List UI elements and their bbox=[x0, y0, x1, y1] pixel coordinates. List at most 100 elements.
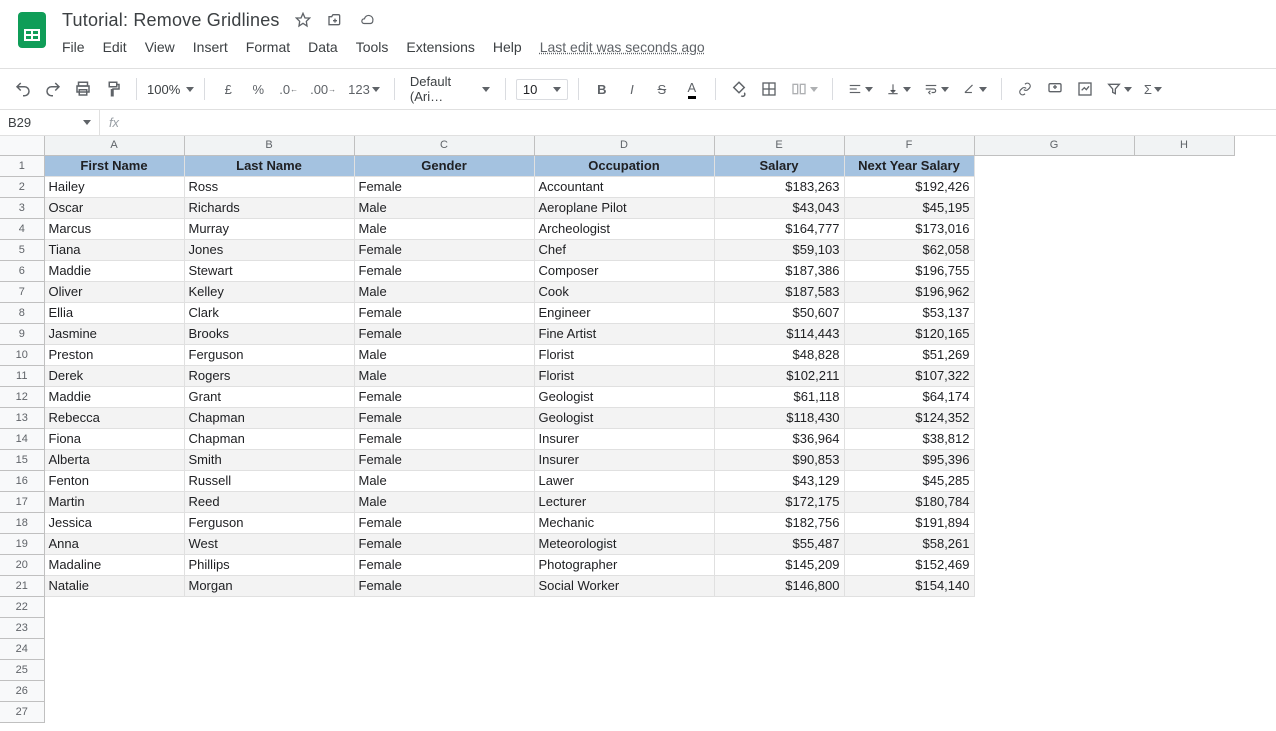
cell[interactable] bbox=[354, 617, 534, 638]
cell[interactable]: Kelley bbox=[184, 281, 354, 302]
cell[interactable]: $114,443 bbox=[714, 323, 844, 344]
cell[interactable]: Female bbox=[354, 176, 534, 197]
cell[interactable] bbox=[534, 638, 714, 659]
cell[interactable]: Anna bbox=[44, 533, 184, 554]
cell[interactable] bbox=[714, 701, 844, 722]
row-header[interactable]: 10 bbox=[0, 344, 44, 365]
row-header[interactable]: 12 bbox=[0, 386, 44, 407]
increase-decimal-button[interactable]: .00→ bbox=[306, 76, 340, 102]
cell[interactable]: Maddie bbox=[44, 386, 184, 407]
cell[interactable] bbox=[974, 407, 1134, 428]
paint-format-button[interactable] bbox=[100, 76, 126, 102]
text-color-button[interactable]: A bbox=[679, 76, 705, 102]
row-header[interactable]: 13 bbox=[0, 407, 44, 428]
cell[interactable]: $51,269 bbox=[844, 344, 974, 365]
cell[interactable] bbox=[354, 659, 534, 680]
cell[interactable] bbox=[1134, 596, 1234, 617]
cell[interactable]: $180,784 bbox=[844, 491, 974, 512]
cell[interactable]: Cook bbox=[534, 281, 714, 302]
last-edit-link[interactable]: Last edit was seconds ago bbox=[540, 39, 705, 55]
cell[interactable]: Aeroplane Pilot bbox=[534, 197, 714, 218]
cell[interactable]: Ross bbox=[184, 176, 354, 197]
cell[interactable]: Female bbox=[354, 449, 534, 470]
cell[interactable] bbox=[974, 239, 1134, 260]
cell[interactable] bbox=[44, 659, 184, 680]
cell[interactable] bbox=[44, 701, 184, 722]
col-header[interactable]: F bbox=[844, 136, 974, 155]
cell[interactable] bbox=[354, 701, 534, 722]
cell[interactable] bbox=[1134, 323, 1234, 344]
functions-button[interactable]: Σ bbox=[1140, 76, 1166, 102]
cell[interactable] bbox=[534, 596, 714, 617]
cell[interactable] bbox=[974, 638, 1134, 659]
cell[interactable]: Florist bbox=[534, 344, 714, 365]
row-header[interactable]: 16 bbox=[0, 470, 44, 491]
cell[interactable] bbox=[1134, 638, 1234, 659]
filter-button[interactable] bbox=[1102, 76, 1136, 102]
cell[interactable] bbox=[974, 470, 1134, 491]
cell[interactable] bbox=[44, 638, 184, 659]
cell[interactable]: $196,962 bbox=[844, 281, 974, 302]
cell[interactable]: $107,322 bbox=[844, 365, 974, 386]
cell[interactable]: Male bbox=[354, 197, 534, 218]
cell[interactable] bbox=[844, 680, 974, 701]
row-header[interactable]: 21 bbox=[0, 575, 44, 596]
col-header[interactable]: C bbox=[354, 136, 534, 155]
cell[interactable]: $182,756 bbox=[714, 512, 844, 533]
cell[interactable]: Archeologist bbox=[534, 218, 714, 239]
cell[interactable]: Female bbox=[354, 239, 534, 260]
cell[interactable] bbox=[1134, 344, 1234, 365]
row-header[interactable]: 26 bbox=[0, 680, 44, 701]
cell[interactable]: Clark bbox=[184, 302, 354, 323]
cell[interactable] bbox=[184, 659, 354, 680]
cell[interactable]: Female bbox=[354, 554, 534, 575]
cell[interactable]: Oscar bbox=[44, 197, 184, 218]
cell[interactable]: West bbox=[184, 533, 354, 554]
cell[interactable] bbox=[1134, 449, 1234, 470]
italic-button[interactable]: I bbox=[619, 76, 645, 102]
cell[interactable]: $61,118 bbox=[714, 386, 844, 407]
cell[interactable]: Florist bbox=[534, 365, 714, 386]
cell[interactable]: Jones bbox=[184, 239, 354, 260]
fill-color-button[interactable] bbox=[726, 76, 752, 102]
cell[interactable] bbox=[1134, 617, 1234, 638]
cell[interactable] bbox=[844, 701, 974, 722]
cell[interactable] bbox=[1134, 365, 1234, 386]
cell[interactable]: Madaline bbox=[44, 554, 184, 575]
cell[interactable] bbox=[534, 659, 714, 680]
cell[interactable] bbox=[714, 596, 844, 617]
cell[interactable] bbox=[1134, 260, 1234, 281]
cell[interactable] bbox=[534, 617, 714, 638]
cell[interactable]: Maddie bbox=[44, 260, 184, 281]
cell[interactable]: Martin bbox=[44, 491, 184, 512]
col-header[interactable]: E bbox=[714, 136, 844, 155]
cell[interactable]: $172,175 bbox=[714, 491, 844, 512]
cell[interactable] bbox=[714, 680, 844, 701]
cell[interactable]: $146,800 bbox=[714, 575, 844, 596]
col-header[interactable]: G bbox=[974, 136, 1134, 155]
menu-insert[interactable]: Insert bbox=[193, 39, 228, 55]
strikethrough-button[interactable]: S bbox=[649, 76, 675, 102]
move-icon[interactable] bbox=[326, 11, 344, 29]
row-header[interactable]: 18 bbox=[0, 512, 44, 533]
cell[interactable] bbox=[1134, 407, 1234, 428]
row-header[interactable]: 9 bbox=[0, 323, 44, 344]
cell[interactable] bbox=[844, 596, 974, 617]
cell[interactable] bbox=[1134, 491, 1234, 512]
row-header[interactable]: 19 bbox=[0, 533, 44, 554]
cell[interactable]: $64,174 bbox=[844, 386, 974, 407]
cell[interactable]: Next Year Salary bbox=[844, 155, 974, 176]
cell[interactable]: $191,894 bbox=[844, 512, 974, 533]
cell[interactable]: Chapman bbox=[184, 428, 354, 449]
cell[interactable]: $164,777 bbox=[714, 218, 844, 239]
cell[interactable] bbox=[974, 575, 1134, 596]
cell[interactable]: $95,396 bbox=[844, 449, 974, 470]
font-select[interactable]: Default (Ari… bbox=[405, 71, 495, 107]
cell[interactable]: Male bbox=[354, 365, 534, 386]
menu-file[interactable]: File bbox=[62, 39, 85, 55]
cell[interactable] bbox=[1134, 680, 1234, 701]
menu-extensions[interactable]: Extensions bbox=[406, 39, 474, 55]
cell[interactable] bbox=[354, 596, 534, 617]
menu-view[interactable]: View bbox=[145, 39, 175, 55]
cell[interactable]: $36,964 bbox=[714, 428, 844, 449]
